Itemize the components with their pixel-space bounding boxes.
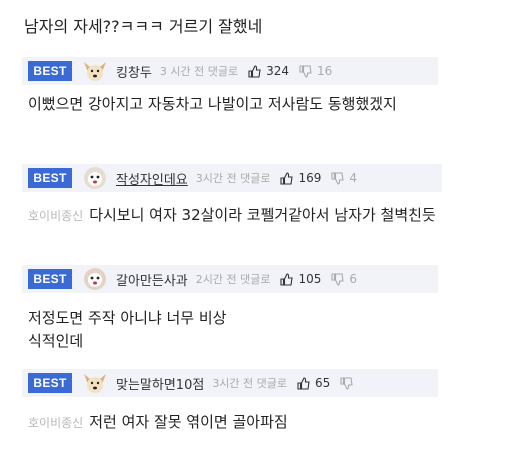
comment-card: BEST 작성자인데요 3시간 전 댓글로 169 4 호이비종신 다시보니 여자…: [22, 164, 442, 264]
comment-meta: 3시간 전 댓글로: [212, 377, 288, 390]
comment-prefix: 호이비종신: [28, 416, 84, 430]
best-badge: BEST: [28, 373, 72, 393]
comment-meta: 2시간 전 댓글로: [195, 273, 271, 286]
thumbs-down-icon: [299, 64, 312, 78]
like-button[interactable]: 65: [297, 376, 330, 390]
dislike-button[interactable]: 4: [331, 171, 357, 185]
dog-avatar-icon[interactable]: [80, 266, 110, 292]
dislike-button[interactable]: 16: [299, 64, 332, 78]
comment-header: BEST 맞는말하면10점 3시간 전 댓글로 65: [22, 369, 438, 397]
like-count: 65: [315, 376, 331, 390]
comment-card: BEST 맞는말하면10점 3시간 전 댓글로 65 호이비종신 저런 여자 잘못…: [22, 369, 438, 447]
like-count: 324: [266, 64, 290, 78]
dislike-button[interactable]: 6: [331, 272, 357, 286]
thumbs-up-icon: [280, 171, 294, 185]
comment-author[interactable]: 킹창두: [116, 62, 152, 81]
dog-avatar-icon[interactable]: [80, 165, 110, 191]
like-button[interactable]: 324: [248, 64, 289, 78]
comment-text: 저정도면 주작 아니냐 너무 비상식적인데: [28, 309, 227, 350]
comment-header: BEST 갈아만든사과 2시간 전 댓글로 105 6: [22, 265, 438, 293]
comment-card: BEST 갈아만든사과 2시간 전 댓글로 105 6 저정도면 주작 아니냐 …: [22, 265, 438, 367]
comment-header: BEST 킹창두 3 시간 전 댓글로 324 16: [22, 57, 438, 85]
like-button[interactable]: 105: [280, 272, 321, 286]
dog-avatar-icon[interactable]: [80, 58, 110, 84]
best-badge: BEST: [28, 61, 72, 81]
comment-text: 다시보니 여자 32살이라 코펠거같아서 남자가 철벽친듯: [89, 206, 436, 224]
comment-author[interactable]: 맞는말하면10점: [116, 374, 204, 393]
comment-card: BEST 킹창두 3 시간 전 댓글로 324 16 이뻤으면 강아지고 자동차…: [22, 57, 438, 155]
thumbs-down-icon: [340, 376, 353, 390]
comment-header: BEST 작성자인데요 3시간 전 댓글로 169 4: [22, 164, 442, 192]
thumbs-down-icon: [331, 171, 345, 185]
comment-meta: 3 시간 전 댓글로: [159, 65, 239, 78]
comment-body: 이뻤으면 강아지고 자동차고 나발이고 저사람도 동행했겠지: [22, 85, 438, 155]
thumbs-up-icon: [280, 272, 294, 286]
thumbs-up-icon: [297, 376, 310, 390]
comment-prefix: 호이비종신: [28, 209, 84, 223]
like-count: 169: [298, 171, 322, 185]
like-button[interactable]: 169: [280, 171, 321, 185]
comment-body: 호이비종신 다시보니 여자 32살이라 코펠거같아서 남자가 철벽친듯: [22, 192, 442, 264]
like-count: 105: [298, 272, 322, 286]
comment-body: 저정도면 주작 아니냐 너무 비상식적인데: [22, 293, 242, 367]
best-badge: BEST: [28, 269, 72, 289]
comment-author[interactable]: 작성자인데요: [116, 169, 188, 188]
dislike-count: 16: [317, 64, 333, 78]
comment-meta: 3시간 전 댓글로: [195, 172, 271, 185]
dislike-button[interactable]: [340, 376, 358, 390]
best-badge: BEST: [28, 168, 72, 188]
top-comment-text: 남자의 자세??ㅋㅋㅋ 거르기 잘했네: [22, 8, 492, 46]
comment-text: 저런 여자 잘못 엮이면 골아파짐: [89, 413, 288, 431]
thumbs-down-icon: [331, 272, 345, 286]
dislike-count: 6: [349, 272, 358, 286]
comment-author[interactable]: 갈아만든사과: [116, 270, 188, 289]
comment-text: 이뻤으면 강아지고 자동차고 나발이고 저사람도 동행했겠지: [28, 95, 397, 113]
dog-avatar-icon[interactable]: [80, 370, 110, 396]
comment-body: 호이비종신 저런 여자 잘못 엮이면 골아파짐: [22, 397, 438, 447]
thumbs-up-icon: [248, 64, 261, 78]
dislike-count: 4: [349, 171, 358, 185]
